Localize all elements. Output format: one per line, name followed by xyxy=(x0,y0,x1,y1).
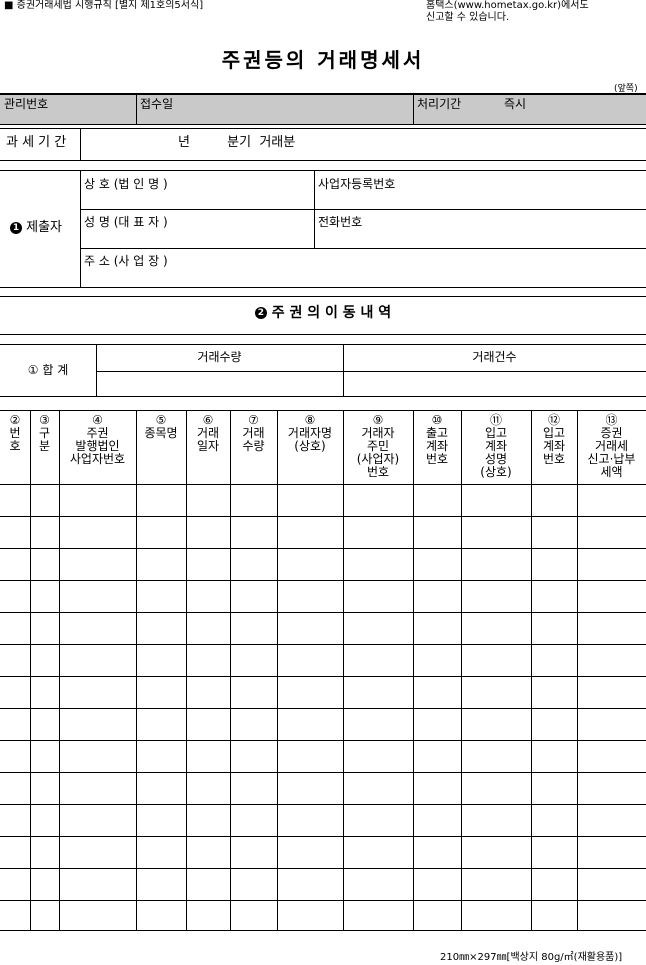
border-line xyxy=(0,296,646,297)
tax-period-label: 과 세 기 간 xyxy=(6,135,67,150)
column-divider xyxy=(577,410,578,930)
submitter-label: 제출자 xyxy=(26,220,63,235)
section-number-badge: 1 xyxy=(10,221,22,234)
processing-period-label: 처리기간 xyxy=(417,97,462,111)
admin-row-background xyxy=(0,95,646,124)
column-divider xyxy=(186,410,187,930)
column-divider xyxy=(136,410,137,930)
border-line xyxy=(136,95,137,124)
border-line xyxy=(80,209,646,210)
border-line xyxy=(80,128,81,160)
table-row-line xyxy=(0,676,646,677)
representative-label: 성 명 (대 표 자 ) xyxy=(84,215,168,229)
movement-title-text: 주 권 의 이 동 내 역 xyxy=(271,305,392,321)
table-row-line xyxy=(0,868,646,869)
submitter-section-label: 1 제출자 xyxy=(10,221,62,235)
phone-label: 전화번호 xyxy=(318,215,363,229)
receipt-date-label: 접수일 xyxy=(140,97,174,111)
column-divider xyxy=(30,410,31,930)
table-row-line xyxy=(0,548,646,549)
trade-count-label: 거래건수 xyxy=(472,350,517,364)
table-row-line xyxy=(0,900,646,901)
section-number-badge: 2 xyxy=(254,307,267,319)
border-line xyxy=(96,371,646,372)
column-divider xyxy=(277,410,278,930)
table-row-line xyxy=(0,804,646,805)
border-line xyxy=(0,160,646,161)
column-divider xyxy=(343,410,344,930)
column-header: ⑪ 입고 계좌 성명 (상호) xyxy=(480,413,512,479)
border-line xyxy=(0,170,646,171)
border-line xyxy=(80,170,81,287)
regulation-reference: ■ 증권거래세법 시행규칙 [별지 제1호의5서식] xyxy=(4,0,204,11)
border-line xyxy=(413,95,414,124)
column-divider xyxy=(230,410,231,930)
column-header: ⑨ 거래자 주민 (사업자) 번호 xyxy=(356,413,400,479)
border-line xyxy=(0,396,646,397)
column-header: ⑬ 증권 거래세 신고·납부 세액 xyxy=(587,413,636,479)
column-divider xyxy=(531,410,532,930)
column-header: ⑧ 거래자명 (상호) xyxy=(287,413,333,453)
column-header: ⑦ 거래 수량 xyxy=(242,413,265,453)
address-label: 주 소 (사 업 장 ) xyxy=(84,254,168,268)
paper-spec-footer: 210㎜×297㎜[백상지 80g/㎡(재활용품)] xyxy=(440,952,623,963)
movement-section-title: 2 주 권 의 이 동 내 역 xyxy=(0,306,646,320)
table-row-line xyxy=(0,836,646,837)
management-number-label: 관리번호 xyxy=(4,97,49,111)
column-header: ⑩ 출고 계좌 번호 xyxy=(425,413,449,466)
table-row-line xyxy=(0,708,646,709)
border-line xyxy=(0,124,646,125)
column-header: ⑥ 거래 일자 xyxy=(196,413,220,453)
border-line xyxy=(0,930,646,931)
hometax-note: 홈택스(www.hometax.go.kr)에서도 신고할 수 있습니다. xyxy=(426,0,589,23)
business-registration-label: 사업자등록번호 xyxy=(318,177,396,191)
border-line xyxy=(0,287,646,288)
tax-period-value: 년 분기 거래분 xyxy=(178,135,296,150)
table-row-line xyxy=(0,740,646,741)
border-line xyxy=(0,334,646,335)
column-divider xyxy=(461,410,462,930)
border-line xyxy=(80,248,646,249)
table-row-line xyxy=(0,612,646,613)
table-row-line xyxy=(0,516,646,517)
column-header: ③ 구 분 xyxy=(38,413,51,453)
border-line xyxy=(0,410,646,411)
table-row-line xyxy=(0,772,646,773)
column-header: ⑫ 입고 계좌 번호 xyxy=(542,413,566,466)
table-row-line xyxy=(0,484,646,485)
table-row-line xyxy=(0,644,646,645)
column-divider xyxy=(59,410,60,930)
form-title: 주권등의 거래명세서 xyxy=(221,48,425,72)
column-header: ② 번 호 xyxy=(9,413,21,453)
border-line xyxy=(0,128,646,129)
trade-volume-label: 거래수량 xyxy=(197,350,242,364)
processing-period-value: 즉시 xyxy=(504,97,527,111)
column-divider xyxy=(413,410,414,930)
totals-label: ① 합 계 xyxy=(27,363,69,377)
column-header: ④ 주권 발행법인 사업자번호 xyxy=(69,413,126,466)
column-header: ⑤ 종목명 xyxy=(144,413,178,440)
company-name-label: 상 호 (법 인 명 ) xyxy=(84,177,168,191)
table-row-line xyxy=(0,580,646,581)
